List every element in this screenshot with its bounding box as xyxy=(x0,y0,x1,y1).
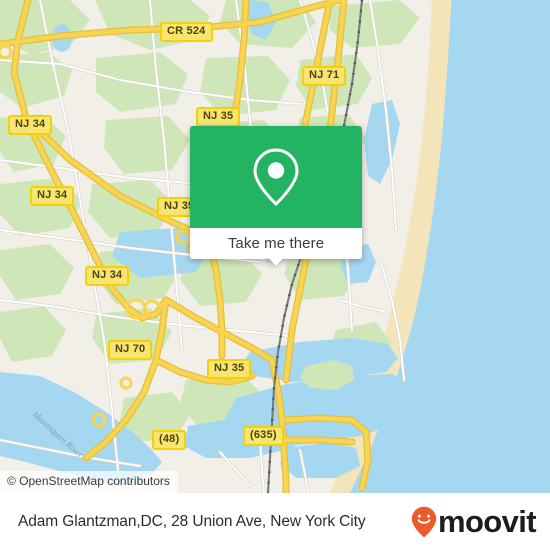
moovit-smiley-pin-icon xyxy=(411,506,437,537)
road-shield-nj-34-mid: NJ 34 xyxy=(30,186,75,206)
footer-bar: Adam Glantzman,DC, 28 Union Ave, New Yor… xyxy=(0,493,550,550)
road-shield-nj-34-upper: NJ 34 xyxy=(8,115,53,135)
moovit-wordmark: moovit xyxy=(437,504,537,539)
road-shield-nj-34-lower: NJ 34 xyxy=(85,266,130,286)
road-shield-nj-70: NJ 70 xyxy=(108,340,153,360)
moovit-logo[interactable]: moovit xyxy=(411,504,537,539)
osm-attribution[interactable]: © OpenStreetMap contributors xyxy=(0,471,178,493)
road-shield-cr-524: CR 524 xyxy=(160,22,213,42)
road-shield-48: (48) xyxy=(152,430,187,450)
location-pin-icon xyxy=(253,148,299,206)
take-me-there-label: Take me there xyxy=(227,235,325,252)
road-shield-635: (635) xyxy=(243,426,284,446)
place-popup-card[interactable]: Take me there xyxy=(190,126,362,259)
popup-card-header xyxy=(190,126,362,228)
road-shield-nj-35-upper: NJ 35 xyxy=(196,107,241,127)
road-shield-nj-71: NJ 71 xyxy=(302,66,347,86)
popup-pointer-tail xyxy=(265,258,287,269)
popup-card-footer[interactable]: Take me there xyxy=(190,228,362,259)
map-canvas[interactable]: CR 524 NJ 71 NJ 34 NJ 35 NJ 34 NJ 35 NJ … xyxy=(0,0,550,493)
road-shield-nj-35-lower: NJ 35 xyxy=(207,359,252,379)
moovit-map-screenshot: CR 524 NJ 71 NJ 34 NJ 35 NJ 34 NJ 35 NJ … xyxy=(0,0,550,550)
place-address-label: Adam Glantzman,DC, 28 Union Ave, New Yor… xyxy=(18,512,366,530)
